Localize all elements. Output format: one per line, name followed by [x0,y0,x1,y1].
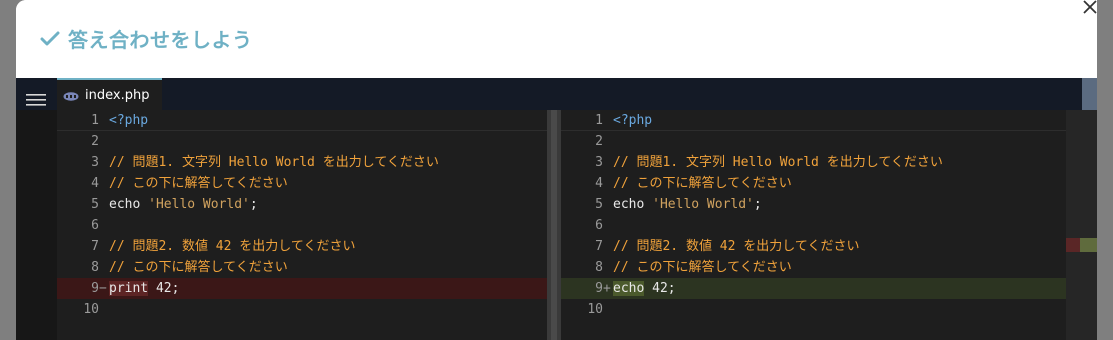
php-icon [63,92,79,101]
code-line[interactable]: 5 echo 'Hello World'; [57,194,558,215]
code-token: ; [753,197,762,212]
code-token: <?php [109,113,149,128]
original-code-pane[interactable]: 1 <?php 2 3 // 問題1. 文字列 Hello World を出力してくださ… [57,110,558,340]
code-token: // この下に解答してください [109,176,288,191]
line-number: 7 [91,239,99,254]
code-line[interactable]: 4 // この下に解答してください [561,173,1066,194]
code-token: echo [109,197,149,212]
code-token: // 問題1. 文字列 Hello World を出力してください [613,155,943,170]
code-text: // この下に解答してください [613,257,792,278]
line-number: 5 [91,197,99,212]
code-line[interactable]: 1 <?php [561,110,1066,131]
code-line[interactable]: 6 [561,215,1066,236]
line-number: 2 [91,134,99,149]
code-line[interactable]: 10 [57,299,558,320]
code-token: // この下に解答してください [109,260,288,275]
code-line[interactable]: 2 [561,131,1066,152]
line-number: 8 [91,260,99,275]
code-token: print [109,281,149,296]
code-line[interactable]: 9 + echo 42; [561,278,1066,299]
code-line[interactable]: 7 // 問題2. 数値 42 を出力してください [561,236,1066,257]
code-line[interactable]: 6 [57,215,558,236]
diff-overview-ruler[interactable] [1066,110,1097,340]
code-token: 42; [148,281,180,296]
code-text: // この下に解答してください [613,173,792,194]
hamburger-menu-icon[interactable] [26,93,46,107]
line-number: 10 [587,302,603,317]
line-number: 7 [595,239,603,254]
diff-marker: + [603,281,611,296]
line-number: 1 [595,113,603,128]
code-token: 'Hello World' [148,197,250,212]
tab-index-php[interactable]: index.php [57,78,162,110]
code-line[interactable]: 10 [561,299,1066,320]
code-line[interactable]: 3 // 問題1. 文字列 Hello World を出力してください [57,152,558,173]
close-icon[interactable] [1081,0,1099,16]
line-number: 3 [595,155,603,170]
check-icon [40,31,60,46]
line-number: 6 [91,218,99,233]
code-text: <?php [613,110,652,131]
pane-scrollbar-thumb[interactable] [551,110,557,340]
code-line[interactable]: 4 // この下に解答してください [57,173,558,194]
code-text: // 問題1. 文字列 Hello World を出力してください [613,152,943,173]
code-text: // この下に解答してください [109,173,288,194]
code-line[interactable]: 5 echo 'Hello World'; [561,194,1066,215]
overview-deletion-mark [1066,238,1080,252]
code-token: // 問題2. 数値 42 を出力してください [613,239,860,254]
line-number: 3 [91,155,99,170]
code-line[interactable]: 8 // この下に解答してください [57,257,558,278]
code-token: // 問題2. 数値 42 を出力してください [109,239,356,254]
code-token: echo [613,197,653,212]
line-number: 4 [595,176,603,191]
code-text: // この下に解答してください [109,257,288,278]
code-token: // 問題1. 文字列 Hello World を出力してください [109,155,439,170]
modal-title: 答え合わせをしよう [68,28,253,52]
line-number: 4 [91,176,99,191]
code-text: print 42; [109,278,179,299]
modified-code-pane[interactable]: 1 <?php 2 3 // 問題1. 文字列 Hello World を出力してくださ… [561,110,1066,340]
code-token: <?php [613,113,653,128]
pane-scrollbar[interactable] [547,110,561,340]
line-number: 6 [595,218,603,233]
editor-tabbar: index.php [16,78,1097,110]
code-token: 'Hello World' [652,197,754,212]
line-number: 2 [595,134,603,149]
line-number: 9 [91,281,99,296]
code-line[interactable]: 9− print 42; [57,278,558,299]
overview-addition-mark [1080,238,1097,252]
code-token: echo [613,281,645,296]
code-text: <?php [109,110,148,131]
code-line[interactable]: 2 [57,131,558,152]
diff-editor: index.php 1 <?php 2 3 // 問題1. 文字列 Hello Worl… [16,78,1097,340]
line-number: 10 [83,302,99,317]
tabbar-scrollbar[interactable] [1082,78,1097,110]
code-text: echo 'Hello World'; [613,194,762,215]
code-token: // この下に解答してください [613,260,792,275]
modal-header: 答え合わせをしよう [16,0,1097,78]
editor-left-gutter [16,110,57,340]
line-number: 1 [91,113,99,128]
diff-marker: − [99,281,107,296]
tab-label: index.php [85,88,150,103]
code-text: echo 'Hello World'; [109,194,258,215]
code-token: 42; [644,281,676,296]
code-text: echo 42; [613,278,676,299]
code-text: // 問題1. 文字列 Hello World を出力してください [109,152,439,173]
code-text: // 問題2. 数値 42 を出力してください [109,236,356,257]
code-line[interactable]: 7 // 問題2. 数値 42 を出力してください [57,236,558,257]
code-line[interactable]: 8 // この下に解答してください [561,257,1066,278]
code-line[interactable]: 3 // 問題1. 文字列 Hello World を出力してください [561,152,1066,173]
code-line[interactable]: 1 <?php [57,110,558,131]
code-text: // 問題2. 数値 42 を出力してください [613,236,860,257]
line-number: 8 [595,260,603,275]
line-number: 9 [595,281,603,296]
code-token: ; [249,197,258,212]
line-number: 5 [595,197,603,212]
code-token: // この下に解答してください [613,176,792,191]
